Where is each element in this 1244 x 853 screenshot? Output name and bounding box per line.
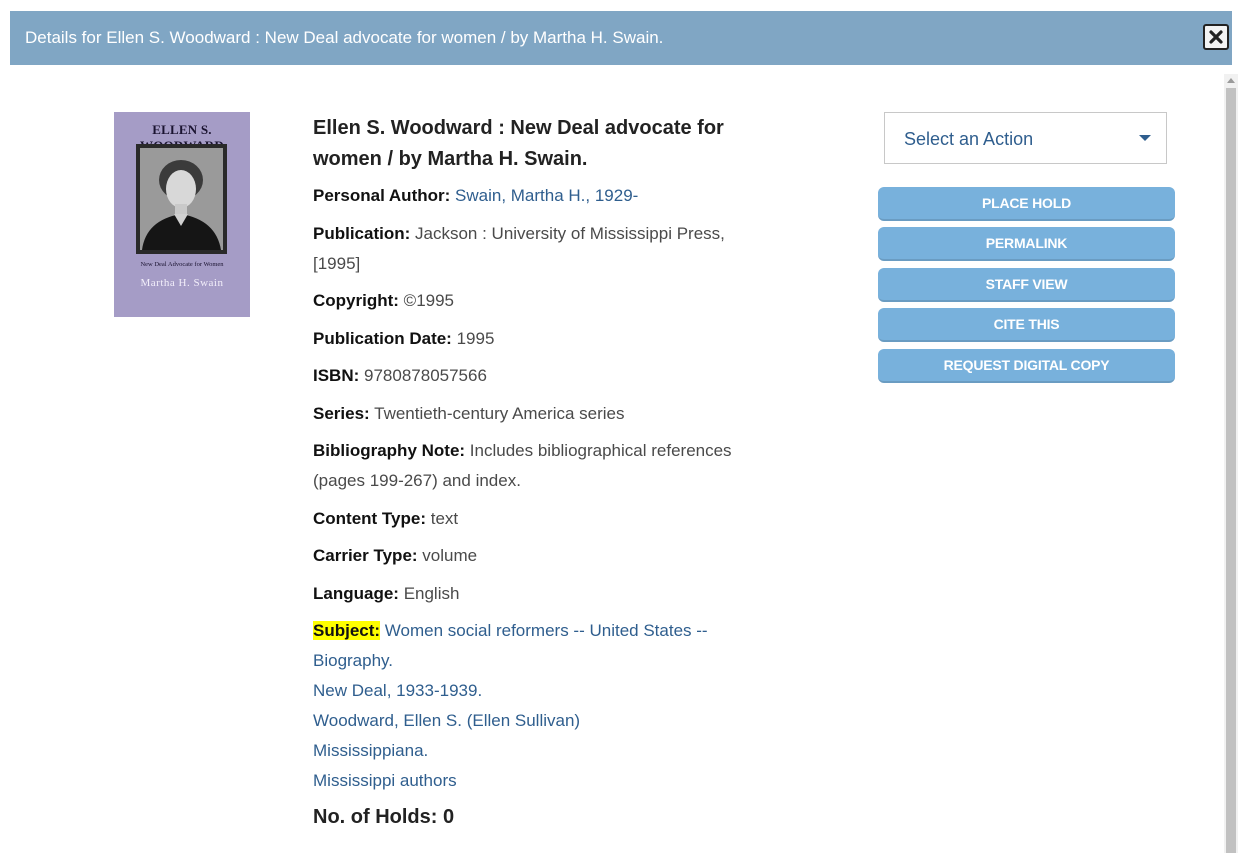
subject-link[interactable]: Mississippiana.: [313, 736, 773, 766]
cover-author: Martha H. Swain: [140, 277, 224, 289]
field-label: Content Type:: [313, 508, 427, 528]
cite-this-button[interactable]: CITE THIS: [878, 308, 1175, 342]
field-value: English: [403, 583, 460, 603]
record-details: Ellen S. Woodward : New Deal advocate fo…: [313, 113, 773, 829]
field-value: ©1995: [403, 291, 455, 310]
staff-view-button[interactable]: STAFF VIEW: [878, 268, 1175, 302]
field-personal-author: Personal Author: Swain, Martha H., 1929-: [313, 181, 773, 211]
field-carrier-type: Carrier Type: volume: [313, 541, 773, 571]
field-language: Language: English: [313, 579, 773, 609]
scrollbar[interactable]: [1224, 74, 1238, 853]
subject-link[interactable]: Mississippi authors: [313, 766, 773, 796]
field-value: 9780878057566: [364, 366, 487, 385]
field-publication: Publication: Jackson : University of Mis…: [313, 219, 773, 279]
permalink-button[interactable]: PERMALINK: [878, 227, 1175, 261]
field-publication-date: Publication Date: 1995: [313, 324, 773, 354]
field-value: text: [430, 508, 459, 528]
field-label: Series:: [313, 403, 370, 423]
scroll-up-icon[interactable]: [1227, 78, 1235, 83]
dialog-title: Details for Ellen S. Woodward : New Deal…: [25, 28, 664, 47]
field-copyright: Copyright: ©1995: [313, 286, 773, 316]
cover-subtitle: New Deal Advocate for Women: [140, 261, 224, 268]
field-label: Carrier Type:: [313, 546, 418, 565]
field-isbn: ISBN: 9780878057566: [313, 361, 773, 391]
subject-link[interactable]: New Deal, 1933-1939.: [313, 676, 773, 706]
dialog-header: Details for Ellen S. Woodward : New Deal…: [10, 11, 1232, 65]
field-series: Series: Twentieth-century America series: [313, 399, 773, 429]
request-digital-copy-button[interactable]: REQUEST DIGITAL COPY: [878, 349, 1175, 383]
book-title: Ellen S. Woodward : New Deal advocate fo…: [313, 117, 724, 170]
field-label: Personal Author:: [313, 186, 451, 205]
cover-portrait: [136, 144, 227, 254]
field-value: volume: [422, 546, 478, 565]
subject-link[interactable]: Woodward, Ellen S. (Ellen Sullivan): [313, 706, 773, 736]
book-cover-image: ELLEN S. WOODWARD New Deal Advocate for …: [114, 112, 250, 317]
place-hold-button[interactable]: PLACE HOLD: [878, 187, 1175, 221]
close-icon: [1209, 30, 1223, 44]
field-label: Publication Date:: [313, 328, 452, 348]
scrollbar-thumb[interactable]: [1226, 88, 1236, 853]
close-button[interactable]: [1203, 24, 1229, 50]
field-subject: Subject: Women social reformers -- Unite…: [313, 616, 773, 796]
field-value: 1995: [456, 328, 495, 348]
field-label: ISBN:: [313, 366, 360, 385]
author-link[interactable]: Swain, Martha H., 1929-: [455, 186, 638, 205]
action-select-label: Select an Action: [904, 129, 1034, 149]
field-value: Twentieth-century America series: [374, 403, 625, 423]
field-label: Publication:: [313, 223, 411, 243]
field-label-highlighted: Subject:: [313, 621, 381, 640]
field-content-type: Content Type: text: [313, 504, 773, 534]
action-select[interactable]: Select an Action: [884, 112, 1167, 164]
chevron-down-icon: [1139, 135, 1151, 141]
holds-count: No. of Holds: 0: [313, 806, 455, 828]
field-bibliography-note: Bibliography Note: Includes bibliographi…: [313, 436, 773, 496]
field-label: Copyright:: [313, 291, 399, 310]
field-label: Language:: [313, 583, 399, 603]
field-label: Bibliography Note:: [313, 441, 466, 460]
